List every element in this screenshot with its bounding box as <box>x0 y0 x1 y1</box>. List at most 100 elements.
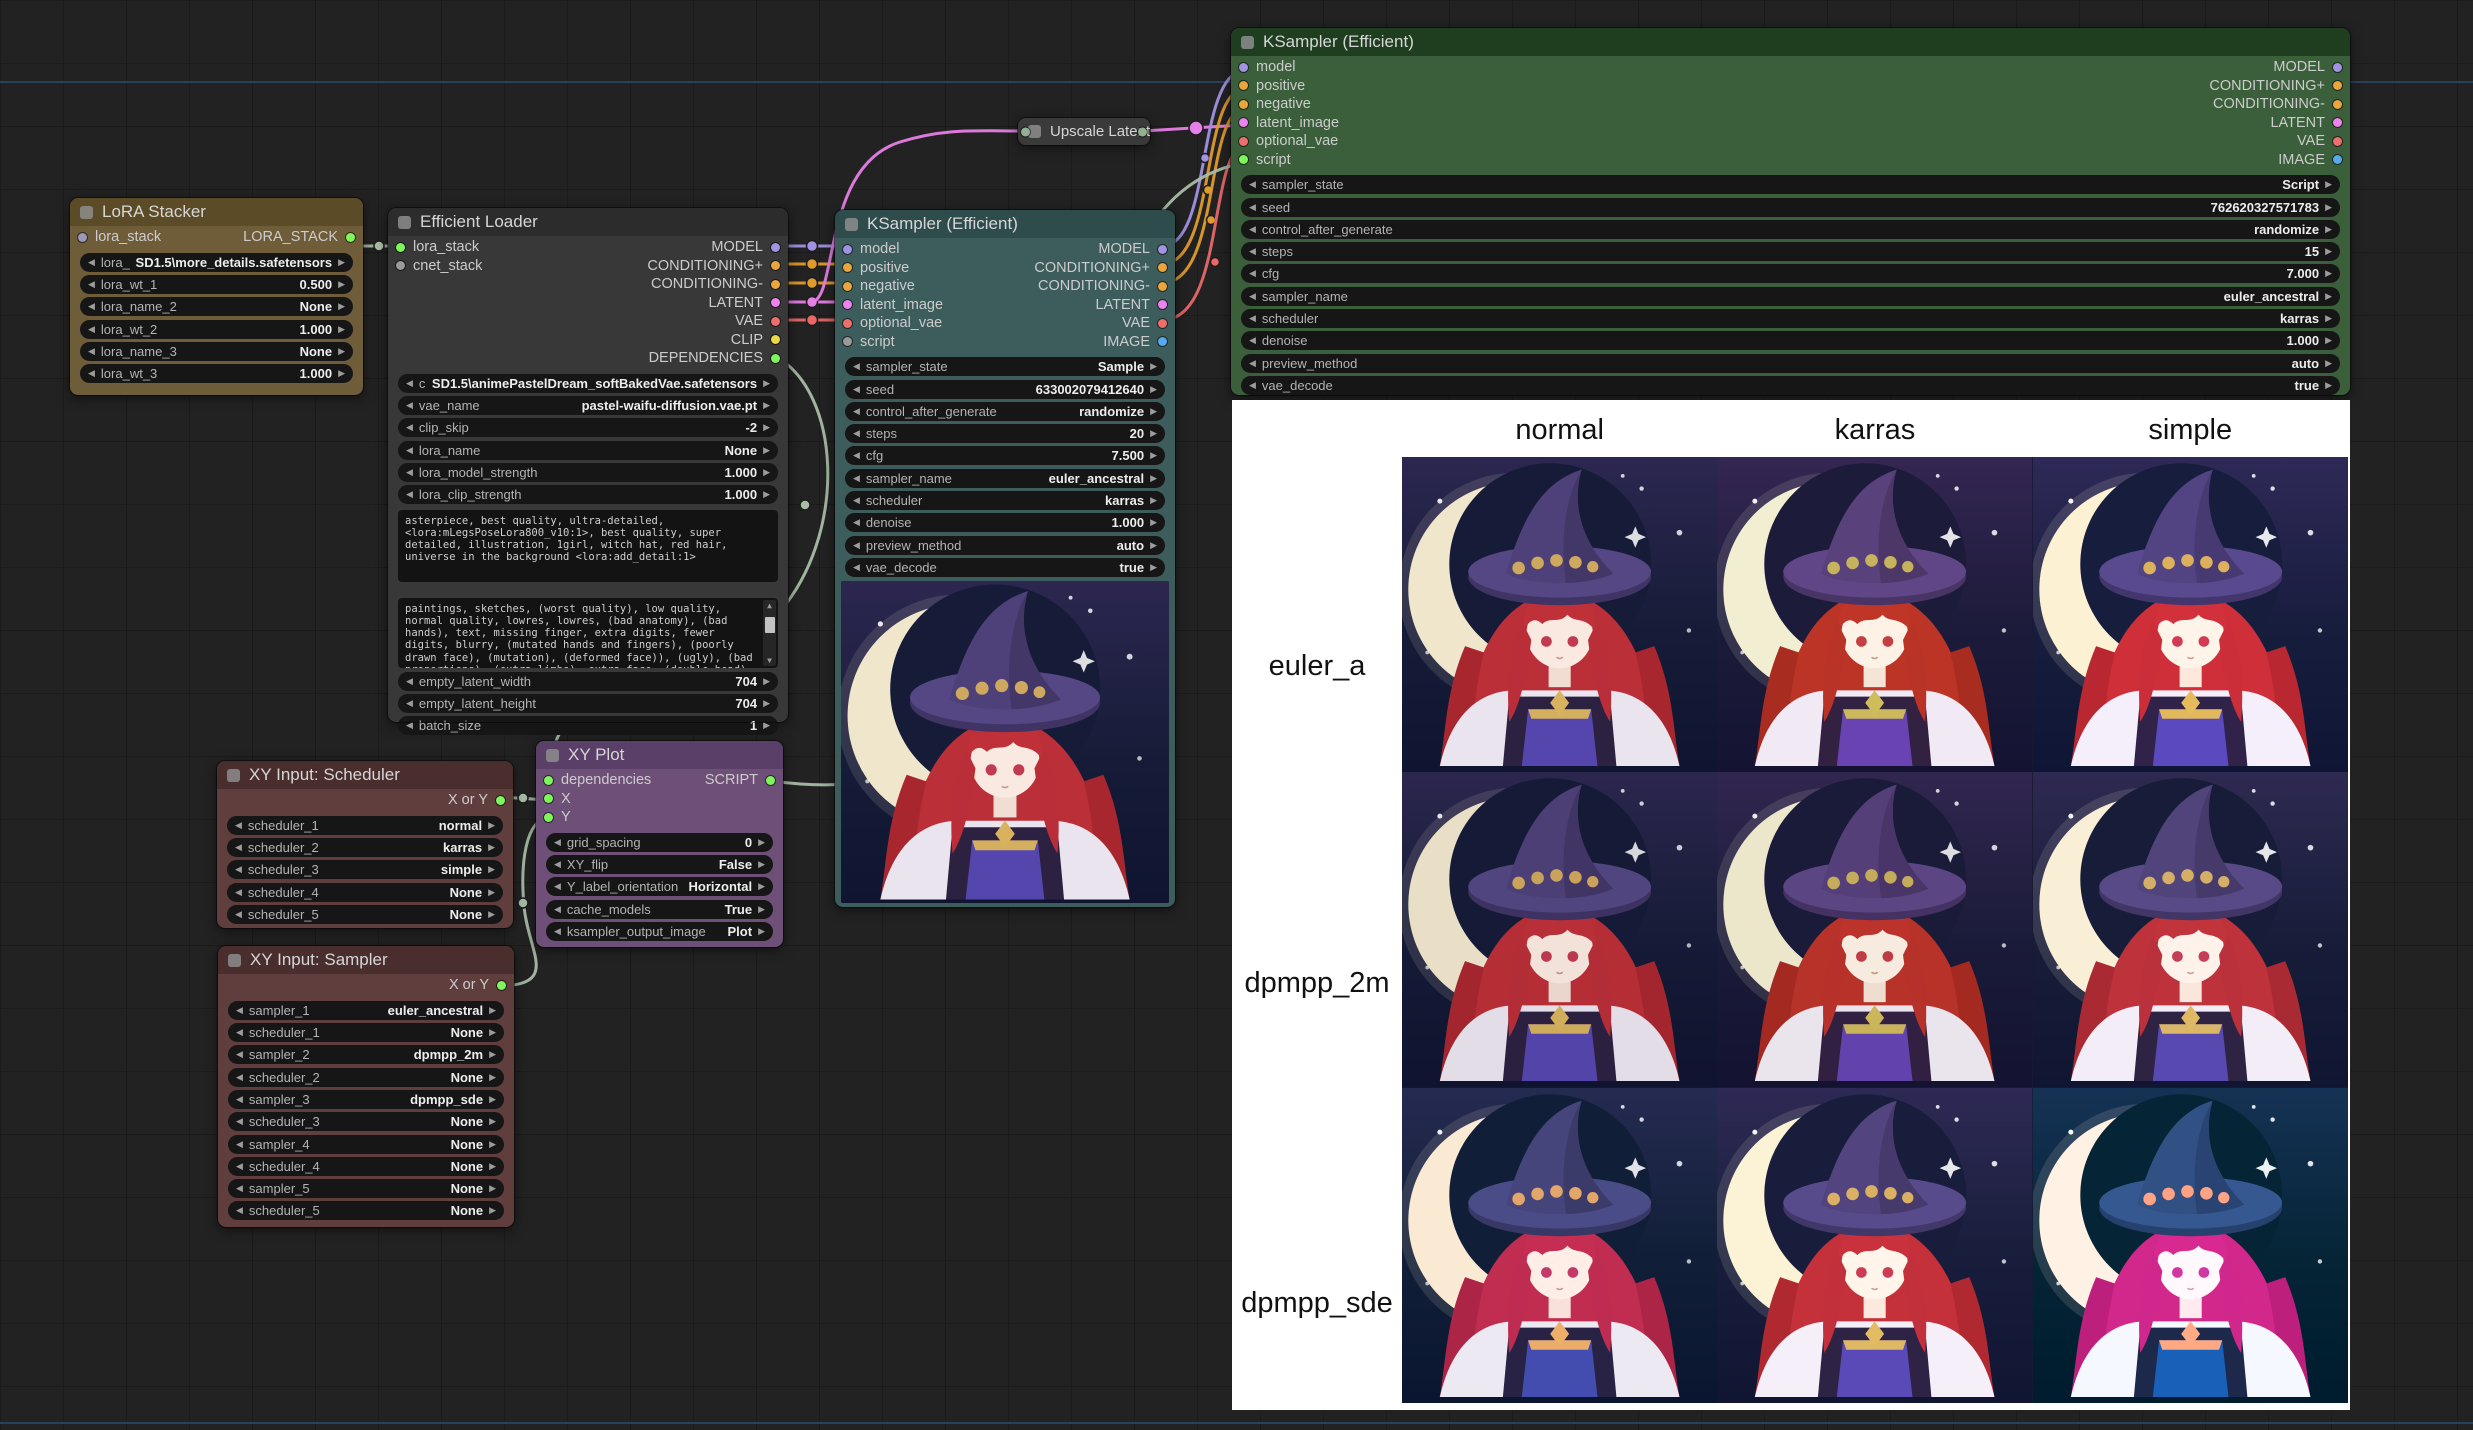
script-output-port[interactable] <box>766 776 775 785</box>
node-title-bar[interactable]: XY Input: Scheduler <box>217 761 513 789</box>
widget-vae-decode[interactable]: ◀vae_decodetrue▶ <box>845 558 1165 577</box>
widget-scheduler-4[interactable]: ◀scheduler_4None▶ <box>228 1157 504 1176</box>
reroute-dot[interactable] <box>374 241 384 251</box>
decrement-arrow-icon[interactable]: ◀ <box>236 1116 243 1127</box>
latent-output-port[interactable] <box>2333 118 2342 127</box>
collapse-toggle-icon[interactable] <box>227 769 240 782</box>
widget-steps[interactable]: ◀steps15▶ <box>1241 242 2340 261</box>
node-title-bar[interactable]: XY Plot <box>536 741 783 769</box>
widget-ksampler-output-image[interactable]: ◀ksampler_output_imagePlot▶ <box>546 922 773 941</box>
decrement-arrow-icon[interactable]: ◀ <box>235 887 242 898</box>
reroute-dot[interactable] <box>807 259 818 270</box>
latent-output-port[interactable] <box>1158 300 1167 309</box>
scroll-up-icon[interactable]: ▲ <box>763 600 776 611</box>
decrement-arrow-icon[interactable]: ◀ <box>554 926 561 937</box>
decrement-arrow-icon[interactable]: ◀ <box>236 1072 243 1083</box>
node-xy-input-scheduler[interactable]: XY Input: SchedulerX or Y◀scheduler_1nor… <box>217 761 513 928</box>
script-input-port[interactable] <box>1239 155 1248 164</box>
widget-scheduler-1[interactable]: ◀scheduler_1None▶ <box>228 1023 504 1042</box>
widget-steps[interactable]: ◀steps20▶ <box>845 424 1165 443</box>
increment-arrow-icon[interactable]: ▶ <box>1150 384 1157 395</box>
positive-input-port[interactable] <box>843 263 852 272</box>
negative-prompt-textarea[interactable]: paintings, sketches, (worst quality), lo… <box>398 598 778 668</box>
reroute-dot[interactable] <box>807 278 818 289</box>
increment-arrow-icon[interactable]: ▶ <box>1150 495 1157 506</box>
widget-scheduler-2[interactable]: ◀scheduler_2None▶ <box>228 1068 504 1087</box>
widget-lora-clip-strength[interactable]: ◀lora_clip_strength1.000▶ <box>398 485 778 504</box>
decrement-arrow-icon[interactable]: ◀ <box>406 378 413 389</box>
reroute-dot[interactable] <box>1201 154 1210 163</box>
decrement-arrow-icon[interactable]: ◀ <box>88 324 95 335</box>
widget-denoise[interactable]: ◀denoise1.000▶ <box>845 513 1165 532</box>
widget-lora-name-3[interactable]: ◀lora_name_3None▶ <box>80 342 353 361</box>
widget-control-after-generate[interactable]: ◀control_after_generaterandomize▶ <box>1241 220 2340 239</box>
increment-arrow-icon[interactable]: ▶ <box>2325 291 2332 302</box>
widget-scheduler-3[interactable]: ◀scheduler_3None▶ <box>228 1112 504 1131</box>
decrement-arrow-icon[interactable]: ◀ <box>1249 202 1256 213</box>
decrement-arrow-icon[interactable]: ◀ <box>406 489 413 500</box>
decrement-arrow-icon[interactable]: ◀ <box>236 1005 243 1016</box>
widget-lora-name[interactable]: ◀lora_nameNone▶ <box>398 441 778 460</box>
collapsed-input-port[interactable] <box>1021 127 1030 136</box>
widget-scheduler[interactable]: ◀schedulerkarras▶ <box>845 491 1165 510</box>
widget-clip-skip[interactable]: ◀clip_skip-2▶ <box>398 418 778 437</box>
negative-input-port[interactable] <box>843 282 852 291</box>
widget-lora-name-1[interactable]: ◀lora_name_1SD1.5\more_details.safetenso… <box>80 253 353 272</box>
x-or-y-output-port[interactable] <box>497 981 506 990</box>
decrement-arrow-icon[interactable]: ◀ <box>236 1183 243 1194</box>
widget-lora-wt-3[interactable]: ◀lora_wt_31.000▶ <box>80 364 353 383</box>
increment-arrow-icon[interactable]: ▶ <box>1150 517 1157 528</box>
decrement-arrow-icon[interactable]: ◀ <box>406 422 413 433</box>
image-output-port[interactable] <box>1158 337 1167 346</box>
widget-seed[interactable]: ◀seed762620327571783▶ <box>1241 198 2340 217</box>
latent-image-input-port[interactable] <box>843 300 852 309</box>
increment-arrow-icon[interactable]: ▶ <box>489 1205 496 1216</box>
node-title-bar[interactable]: Efficient Loader <box>388 208 788 236</box>
reroute-dot[interactable] <box>1189 121 1203 135</box>
lora-stack-output-port[interactable] <box>346 233 355 242</box>
decrement-arrow-icon[interactable]: ◀ <box>406 698 413 709</box>
widget-cfg[interactable]: ◀cfg7.500▶ <box>845 446 1165 465</box>
increment-arrow-icon[interactable]: ▶ <box>1150 450 1157 461</box>
increment-arrow-icon[interactable]: ▶ <box>763 467 770 478</box>
decrement-arrow-icon[interactable]: ◀ <box>853 384 860 395</box>
increment-arrow-icon[interactable]: ▶ <box>758 881 765 892</box>
widget-sampler-name[interactable]: ◀sampler_nameeuler_ancestral▶ <box>1241 287 2340 306</box>
increment-arrow-icon[interactable]: ▶ <box>489 1049 496 1060</box>
decrement-arrow-icon[interactable]: ◀ <box>1249 224 1256 235</box>
conditioning-output-port[interactable] <box>2333 100 2342 109</box>
reroute-dot[interactable] <box>518 793 528 803</box>
increment-arrow-icon[interactable]: ▶ <box>2325 224 2332 235</box>
widget-scheduler[interactable]: ◀schedulerkarras▶ <box>1241 309 2340 328</box>
decrement-arrow-icon[interactable]: ◀ <box>1249 313 1256 324</box>
latent-output-port[interactable] <box>771 298 780 307</box>
positive-prompt-textarea[interactable]: asterpiece, best quality, ultra-detailed… <box>398 510 778 582</box>
decrement-arrow-icon[interactable]: ◀ <box>853 473 860 484</box>
decrement-arrow-icon[interactable]: ◀ <box>88 301 95 312</box>
decrement-arrow-icon[interactable]: ◀ <box>554 837 561 848</box>
increment-arrow-icon[interactable]: ▶ <box>488 909 495 920</box>
decrement-arrow-icon[interactable]: ◀ <box>853 495 860 506</box>
conditioning-output-port[interactable] <box>2333 81 2342 90</box>
increment-arrow-icon[interactable]: ▶ <box>489 1116 496 1127</box>
scroll-thumb[interactable] <box>765 617 775 633</box>
increment-arrow-icon[interactable]: ▶ <box>1150 361 1157 372</box>
node-title-bar[interactable]: XY Input: Sampler <box>218 946 514 974</box>
decrement-arrow-icon[interactable]: ◀ <box>236 1205 243 1216</box>
widget-ckpt-name[interactable]: ◀ckpt_nameSD1.5\animePastelDream_softBak… <box>398 374 778 393</box>
reroute-dot[interactable] <box>1211 258 1220 267</box>
decrement-arrow-icon[interactable]: ◀ <box>853 450 860 461</box>
image-output-port[interactable] <box>2333 155 2342 164</box>
reroute-dot[interactable] <box>800 500 810 510</box>
decrement-arrow-icon[interactable]: ◀ <box>1249 179 1256 190</box>
reroute-dot[interactable] <box>807 297 818 308</box>
vae-output-port[interactable] <box>1158 319 1167 328</box>
latent-image-input-port[interactable] <box>1239 118 1248 127</box>
widget-lora-name-2[interactable]: ◀lora_name_2None▶ <box>80 297 353 316</box>
widget-empty-latent-height[interactable]: ◀empty_latent_height704▶ <box>398 694 778 713</box>
lora-stack-input-port[interactable] <box>78 233 87 242</box>
collapse-toggle-icon[interactable] <box>80 206 93 219</box>
increment-arrow-icon[interactable]: ▶ <box>1150 428 1157 439</box>
increment-arrow-icon[interactable]: ▶ <box>763 698 770 709</box>
node-upscale-latent[interactable]: Upscale Latent <box>1018 118 1150 145</box>
